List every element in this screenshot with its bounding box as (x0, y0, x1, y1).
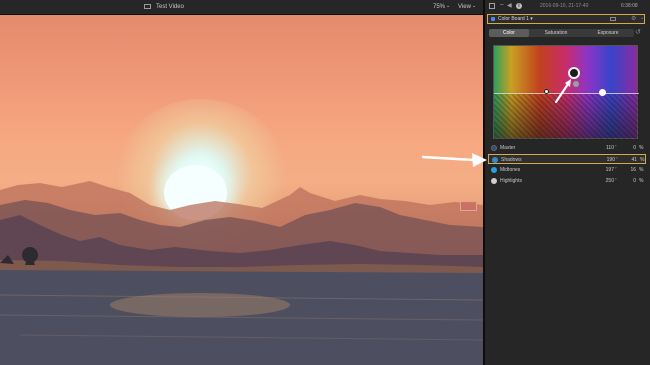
inspector-panel: ⌔ ◀ i 2016-09-10, 21-17-40 6:38:08 Color… (485, 0, 650, 365)
row-label: Master (500, 145, 516, 151)
midtones-icon (491, 167, 497, 173)
highlights-icon (491, 178, 497, 184)
landscape-image (0, 181, 483, 365)
percent-field[interactable]: 16 (624, 167, 636, 173)
color-board-tabs: Color Saturation Exposure (489, 29, 634, 37)
inspector-header: ⌔ ◀ i 2016-09-10, 21-17-40 6:38:08 (485, 0, 650, 13)
tab-saturation[interactable]: Saturation (531, 29, 581, 37)
film-icon[interactable] (489, 3, 495, 9)
chevron-down-icon[interactable]: ⌄ (640, 15, 644, 21)
zoom-chevron-icon[interactable]: ⌄ (446, 3, 450, 9)
gear-icon[interactable]: ⚙ (631, 15, 636, 22)
volume-icon[interactable]: ◀ (507, 2, 512, 9)
percent-sign: % (639, 178, 644, 184)
timestamp: 2016-09-10, 21-17-40 (540, 3, 589, 9)
view-menu-button[interactable]: View (458, 4, 471, 10)
percent-field[interactable]: 41 (625, 157, 637, 163)
angle-field[interactable]: 190 (599, 157, 615, 163)
zoom-level[interactable]: 75% (433, 4, 445, 10)
row-highlights[interactable]: Highlights 250 ° 0 % (488, 176, 646, 186)
row-label: Shadows (501, 157, 522, 163)
color-board-icon (491, 17, 495, 21)
row-label: Midtones (500, 167, 521, 173)
angle-field[interactable]: 250 (598, 178, 614, 184)
degree-sign: ° (615, 177, 617, 182)
color-board-name[interactable]: Color Board 1 ▾ (498, 16, 533, 22)
degree-sign: ° (616, 156, 618, 161)
percent-sign: % (640, 157, 645, 163)
wifi-icon[interactable]: ⌔ (499, 2, 505, 10)
video-title: Test Video (156, 4, 184, 10)
overlay-thumbnail (460, 201, 477, 211)
film-icon (144, 4, 151, 9)
shadows-icon (492, 157, 498, 163)
video-viewer[interactable] (0, 15, 483, 365)
percent-field[interactable]: 0 (624, 178, 636, 184)
percent-sign: % (639, 145, 644, 151)
row-master[interactable]: Master 110 ° 0 % (488, 143, 646, 153)
color-board-area[interactable] (493, 45, 639, 140)
tab-color[interactable]: Color (489, 29, 529, 37)
clock: 6:38:08 (621, 3, 638, 9)
mask-icon[interactable] (610, 17, 616, 21)
annotation-arrow-icon (554, 79, 571, 104)
degree-sign: ° (615, 166, 617, 171)
color-board-selector[interactable]: Color Board 1 ▾ ⚙ ⌄ (487, 14, 645, 24)
degree-sign: ° (615, 144, 617, 149)
percent-field[interactable]: 0 (624, 145, 636, 151)
tab-exposure[interactable]: Exposure (583, 29, 633, 37)
row-shadows[interactable]: Shadows 190 ° 41 % (488, 154, 646, 164)
row-label: Highlights (500, 178, 522, 184)
row-midtones[interactable]: Midtones 197 ° 16 % (488, 165, 646, 175)
info-icon[interactable]: i (516, 3, 522, 9)
angle-field[interactable]: 197 (598, 167, 614, 173)
viewer-toolbar: Test Video 75% ⌄ View ⌄ (0, 0, 483, 15)
view-chevron-icon[interactable]: ⌄ (472, 3, 476, 9)
angle-field[interactable]: 110 (598, 145, 614, 151)
app-window: Test Video 75% ⌄ View ⌄ ⌔ ◀ i 2016-09-10… (0, 0, 650, 365)
reset-icon[interactable]: ↺ (635, 28, 641, 36)
annotation-arrow-icon (421, 153, 487, 167)
percent-sign: % (639, 167, 644, 173)
master-icon (491, 145, 497, 151)
